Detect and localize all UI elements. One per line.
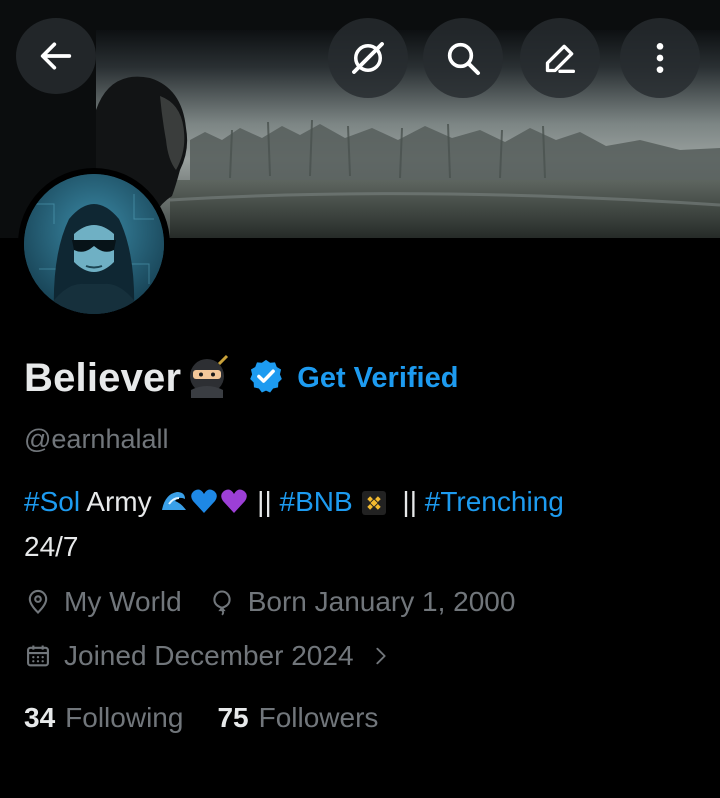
hashtag-bnb[interactable]: #BNB — [280, 486, 353, 517]
grok-icon — [352, 42, 384, 74]
followers-label: Followers — [258, 702, 379, 733]
chevron-right-icon — [375, 647, 386, 665]
wave-emoji-icon — [159, 486, 189, 527]
joined-text: Joined December 2024 — [64, 640, 354, 671]
ninja-emoji-icon — [185, 354, 229, 403]
profile-meta-row: My World Born January 1, 2000 — [24, 586, 515, 618]
avatar[interactable] — [24, 174, 164, 314]
followers-count: 75 — [217, 702, 249, 733]
follow-stats: 34 Following 75 Followers — [24, 702, 378, 734]
following-label: Following — [65, 702, 184, 733]
display-name: Believer — [24, 355, 182, 400]
bio-text: Army — [80, 486, 160, 517]
hashtag-sol[interactable]: #Sol — [24, 486, 80, 517]
profile-name-row: Believer Get Verified — [24, 350, 458, 406]
following-link[interactable]: 34 Following — [24, 702, 183, 734]
joined-row[interactable]: Joined December 2024 — [24, 640, 392, 672]
bio-separator-2: || — [394, 486, 425, 517]
bnb-logo-icon — [361, 487, 387, 527]
back-button[interactable] — [16, 18, 96, 94]
more-options-button[interactable] — [620, 18, 700, 98]
blue-heart-emoji-icon — [189, 486, 219, 527]
balloon-icon — [213, 590, 231, 616]
get-verified-link[interactable]: Get Verified — [297, 362, 458, 395]
verified-badge-icon[interactable] — [247, 357, 285, 400]
location-text: My World — [64, 586, 182, 617]
birthday-text: Born January 1, 2000 — [247, 586, 516, 617]
profile-bio: #Sol Army || #BNB || #Trenching 24/7 — [24, 482, 684, 567]
location-pin-icon — [28, 589, 48, 614]
following-count: 34 — [24, 702, 56, 733]
grok-button[interactable] — [328, 18, 408, 98]
profile-page: Believer Get Verified @earnhalall #Sol A… — [0, 0, 720, 798]
profile-handle: @earnhalall — [24, 424, 169, 454]
bio-separator: || — [249, 486, 280, 517]
hashtag-trenching[interactable]: #Trenching — [425, 486, 564, 517]
bio-line-2: 24/7 — [24, 531, 79, 562]
purple-heart-emoji-icon — [219, 486, 249, 527]
search-icon — [447, 42, 480, 75]
followers-link[interactable]: 75 Followers — [217, 702, 378, 734]
search-button[interactable] — [423, 18, 503, 98]
back-arrow-icon — [40, 42, 72, 70]
edit-pencil-icon — [545, 44, 575, 74]
calendar-icon — [27, 645, 49, 667]
more-vertical-icon — [656, 43, 664, 73]
edit-button[interactable] — [520, 18, 600, 98]
